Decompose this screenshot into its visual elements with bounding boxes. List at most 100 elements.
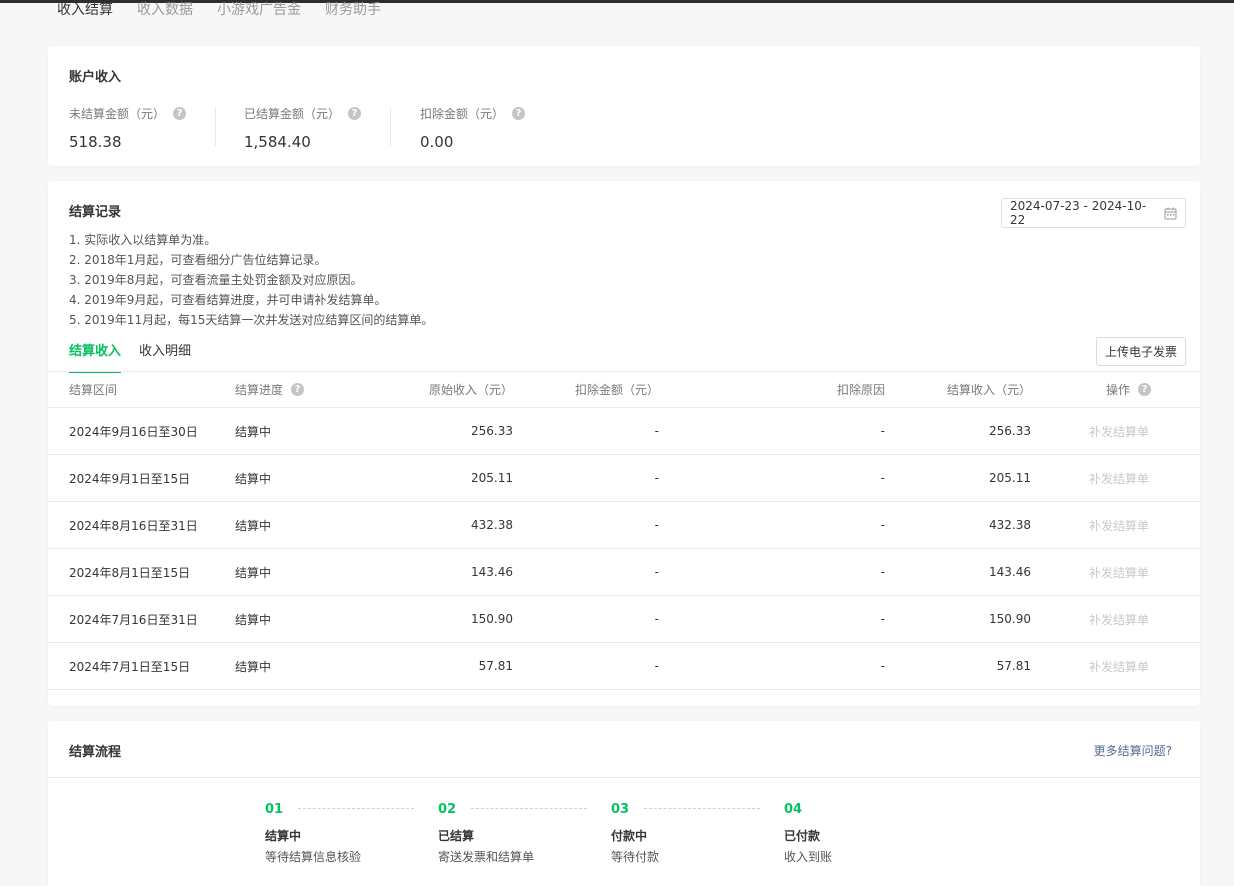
reissue-statement-button[interactable]: 补发结算单 (1089, 596, 1149, 642)
cell-original: 256.33 (471, 424, 513, 438)
stat-settled: 已结算金额（元）? 1,584.40 (244, 104, 362, 151)
step-title: 结算中 (265, 829, 302, 843)
step-title: 已结算 (438, 829, 475, 843)
nav-tab-income-data[interactable]: 收入数据 (137, 0, 193, 22)
cell-progress: 结算中 (235, 612, 272, 627)
cell-reason: - (880, 659, 885, 673)
settlement-subtabs: 结算收入 收入明细 (69, 340, 191, 373)
question-circle-icon[interactable]: ? (348, 106, 362, 120)
settlement-notes: 1. 实际收入以结算单为准。 2. 2018年1月起，可查看细分广告位结算记录。… (69, 230, 433, 330)
divider (48, 777, 1200, 778)
note-line: 2. 2018年1月起，可查看细分广告位结算记录。 (69, 253, 327, 267)
step-number: 02 (438, 801, 457, 817)
cell-period: 2024年9月1日至15日 (69, 471, 191, 486)
step-desc: 收入到账 (784, 850, 833, 864)
tab-income-detail[interactable]: 收入明细 (139, 340, 191, 373)
date-range-picker[interactable]: 2024-07-23 - 2024-10-22 (1001, 198, 1186, 228)
cell-reason: - (880, 471, 885, 485)
reissue-statement-button[interactable]: 补发结算单 (1089, 502, 1149, 548)
account-income-title: 账户收入 (69, 70, 122, 85)
note-line: 4. 2019年9月起，可查看结算进度，并可申请补发结算单。 (69, 293, 387, 307)
step-title: 付款中 (611, 829, 648, 843)
calendar-icon (1156, 207, 1185, 220)
question-circle-icon[interactable]: ? (512, 106, 526, 120)
table-row: 2024年7月1日至15日 结算中 57.81 - - 57.81 补发结算单 (48, 642, 1200, 689)
reissue-statement-button[interactable]: 补发结算单 (1089, 408, 1149, 454)
cell-progress: 结算中 (235, 471, 272, 486)
cell-period: 2024年7月1日至15日 (69, 659, 191, 674)
settlement-table: 结算区间 结算进度? 原始收入（元） 扣除金额（元） 扣除原因 结算收入（元） … (48, 371, 1200, 707)
date-range-value: 2024-07-23 - 2024-10-22 (1010, 199, 1147, 227)
cell-progress: 结算中 (235, 659, 272, 674)
cell-deduct: - (654, 612, 659, 626)
reissue-statement-button[interactable]: 补发结算单 (1089, 455, 1149, 501)
cell-income: 205.11 (989, 471, 1031, 485)
cell-deduct: - (654, 471, 659, 485)
col-header-income: 结算收入（元） (946, 383, 1031, 397)
tab-settlement-income[interactable]: 结算收入 (69, 340, 122, 373)
cell-income: 143.46 (989, 565, 1031, 579)
question-circle-icon[interactable]: ? (173, 106, 187, 120)
table-row: 2024年9月1日至15日 结算中 205.11 - - 205.11 补发结算… (48, 454, 1200, 501)
nav-tab-finance-assistant[interactable]: 财务助手 (325, 0, 381, 22)
flow-step: 04 已付款 收入到账 (784, 801, 832, 865)
cell-original: 205.11 (471, 471, 513, 485)
settlement-records-title: 结算记录 (69, 205, 122, 220)
col-header-op-label: 操作 (1106, 383, 1131, 397)
cell-reason: - (880, 518, 885, 532)
nav-tab-minigame-ad-fund[interactable]: 小游戏广告金 (217, 0, 301, 22)
step-number: 03 (611, 801, 630, 817)
nav-tab-settlement[interactable]: 收入结算 (57, 0, 113, 22)
top-nav: 收入结算 收入数据 小游戏广告金 财务助手 (57, 0, 381, 22)
cell-deduct: - (654, 518, 659, 532)
step-connector (298, 808, 414, 809)
cell-reason: - (880, 565, 885, 579)
stat-unsettled: 未结算金额（元）? 518.38 (69, 104, 187, 151)
step-desc: 等待付款 (611, 850, 660, 864)
col-header-deduct: 扣除金额（元） (574, 383, 659, 397)
flow-step: 02 已结算 寄送发票和结算单 (438, 801, 587, 865)
col-header-original: 原始收入（元） (428, 383, 513, 397)
step-desc: 寄送发票和结算单 (438, 850, 535, 864)
col-header-progress: 结算进度? (235, 372, 305, 407)
note-line: 3. 2019年8月起，可查看流量主处罚金额及对应原因。 (69, 273, 363, 287)
cell-period: 2024年9月16日至30日 (69, 424, 198, 439)
question-circle-icon[interactable]: ? (1138, 383, 1152, 396)
stat-deducted: 扣除金额（元）? 0.00 (420, 104, 526, 151)
upload-invoice-button[interactable]: 上传电子发票 (1096, 337, 1186, 366)
table-header: 结算区间 结算进度? 原始收入（元） 扣除金额（元） 扣除原因 结算收入（元） … (48, 371, 1200, 407)
note-line: 1. 实际收入以结算单为准。 (69, 233, 217, 247)
cell-period: 2024年8月16日至31日 (69, 518, 198, 533)
settlement-flow-card: 结算流程 更多结算问题? 01 结算中 等待结算信息核验 02 已结算 寄送发票… (48, 721, 1200, 886)
account-income-card: 账户收入 未结算金额（元）? 518.38 已结算金额（元）? 1,584.40… (48, 46, 1200, 166)
table-row: 2024年7月16日至31日 结算中 150.90 - - 150.90 补发结… (48, 595, 1200, 642)
col-header-period: 结算区间 (69, 383, 118, 397)
table-row: 2024年9月16日至30日 结算中 256.33 - - 256.33 补发结… (48, 407, 1200, 454)
col-header-op: 操作? (1106, 372, 1152, 407)
note-line: 5. 2019年11月起，每15天结算一次并发送对应结算区间的结算单。 (69, 313, 434, 327)
question-circle-icon[interactable]: ? (291, 383, 305, 396)
more-questions-link[interactable]: 更多结算问题? (1094, 742, 1172, 759)
settlement-records-card: 结算记录 1. 实际收入以结算单为准。 2. 2018年1月起，可查看细分广告位… (48, 181, 1200, 706)
cell-reason: - (880, 424, 885, 438)
cell-original: 143.46 (471, 565, 513, 579)
cell-original: 57.81 (478, 659, 513, 673)
cell-progress: 结算中 (235, 565, 272, 580)
stat-value: 518.38 (69, 133, 122, 151)
reissue-statement-button[interactable]: 补发结算单 (1089, 549, 1149, 595)
table-row: 2024年8月1日至15日 结算中 143.46 - - 143.46 补发结算… (48, 548, 1200, 595)
step-title: 已付款 (784, 829, 821, 843)
stat-value: 0.00 (420, 133, 454, 151)
step-number: 04 (784, 801, 803, 817)
cell-income: 432.38 (989, 518, 1031, 532)
cell-deduct: - (654, 565, 659, 579)
stat-value: 1,584.40 (244, 133, 311, 151)
cell-income: 150.90 (989, 612, 1031, 626)
settlement-flow-title: 结算流程 (69, 745, 122, 760)
cell-deduct: - (654, 659, 659, 673)
reissue-statement-button[interactable]: 补发结算单 (1089, 643, 1149, 689)
cell-reason: - (880, 612, 885, 626)
cell-period: 2024年7月16日至31日 (69, 612, 198, 627)
cell-original: 150.90 (471, 612, 513, 626)
divider (215, 108, 216, 146)
